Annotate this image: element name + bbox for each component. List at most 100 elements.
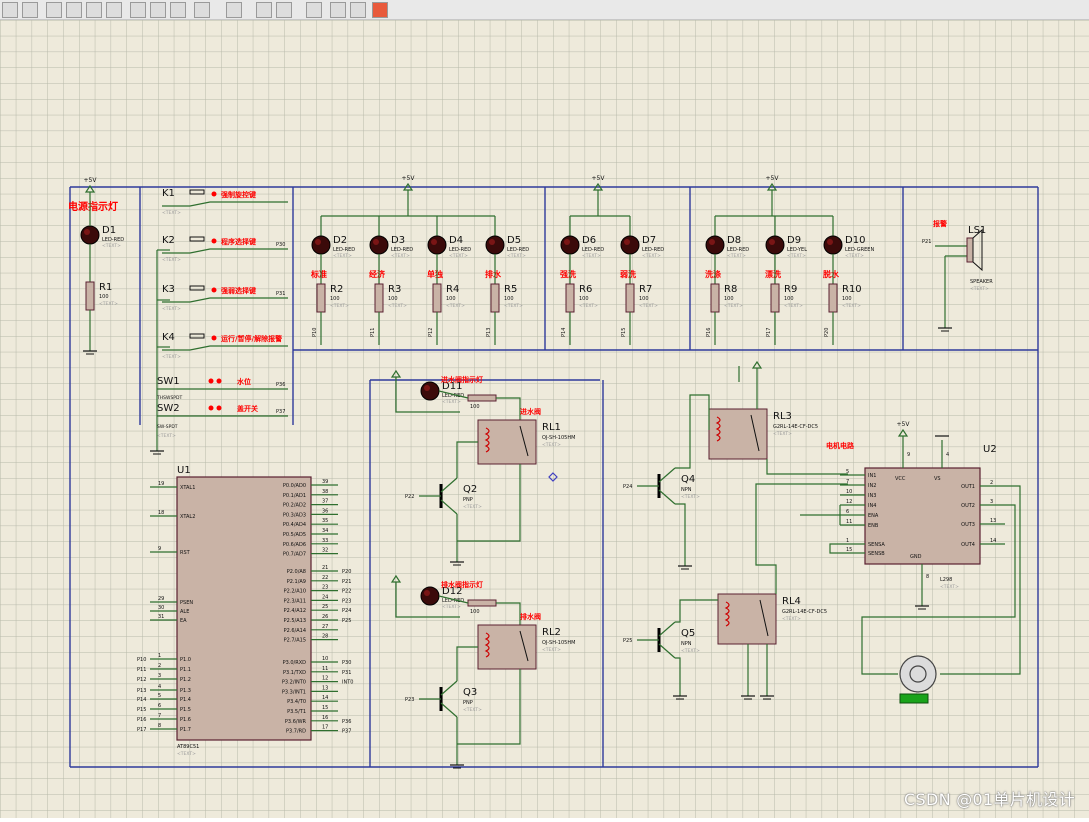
resistor-value: 100 — [784, 296, 794, 302]
pin-name: P2.3/A11 — [284, 598, 306, 604]
pin-number: 30 — [158, 605, 164, 611]
tag-icon[interactable] — [256, 2, 272, 18]
pin-name: P1.7 — [180, 727, 191, 733]
text-placeholder: <TEXT> — [442, 604, 461, 610]
mcu-ref: U1 — [177, 465, 191, 476]
text-placeholder: <TEXT> — [787, 253, 806, 259]
design-icon[interactable] — [372, 2, 388, 18]
zoom-out-icon[interactable] — [46, 2, 62, 18]
vcc-label: +5V — [84, 177, 98, 184]
net-label: P13 — [486, 328, 492, 337]
led-icon — [485, 235, 505, 255]
bom-icon[interactable] — [350, 2, 366, 18]
pin-number: 12 — [322, 676, 328, 682]
net-label: P36 — [276, 382, 285, 388]
resistor-ref: R4 — [446, 284, 459, 295]
pin-name: OUT1 — [961, 484, 975, 490]
pin-name: P1.2 — [180, 677, 191, 683]
pin-number: 11 — [846, 519, 852, 525]
copy-icon[interactable] — [150, 2, 166, 18]
led-ref: D4 — [449, 235, 463, 246]
key-ref: K4 — [162, 332, 175, 343]
grid-icon[interactable] — [2, 2, 18, 18]
resistor-ref: R6 — [579, 284, 592, 295]
undo-icon[interactable] — [86, 2, 102, 18]
power-indicator-label: 电源指示灯 — [68, 200, 118, 213]
net-label: P15 — [621, 328, 627, 337]
pin-number: 34 — [322, 528, 328, 534]
valve-relay-part: OJ-SH-105HM — [542, 435, 575, 441]
resistor-ref: R5 — [504, 284, 517, 295]
motor-icon — [899, 655, 937, 693]
resistor-ref: R7 — [639, 284, 652, 295]
pin-name: ENA — [868, 513, 879, 519]
transistor-ref: Q3 — [463, 687, 477, 698]
text-placeholder: <TEXT> — [845, 253, 864, 259]
wire-icon[interactable] — [194, 2, 210, 18]
pin-number: 4 — [946, 452, 949, 458]
pin-name: P3.6/WR — [285, 719, 307, 725]
led-icon — [427, 235, 447, 255]
pin-name: P3.1/TXD — [283, 670, 306, 676]
pin-name: P1.5 — [180, 707, 191, 713]
transistor-part: NPN — [681, 641, 692, 647]
net-label: P16 — [137, 717, 146, 723]
switch-ref: SW1 — [157, 376, 180, 387]
motor-relay-ref: RL4 — [782, 596, 801, 607]
led-part: LED-YEL — [787, 247, 807, 253]
bus-icon[interactable] — [276, 2, 292, 18]
led-icon — [420, 586, 440, 606]
resistor-ref: R9 — [784, 284, 797, 295]
led-ref: D5 — [507, 235, 521, 246]
resistor-icon — [770, 283, 780, 313]
led-function-label: 漂洗 — [765, 269, 781, 279]
led-highlight — [373, 239, 379, 245]
key-label: 运行/暂停/解除报警 — [221, 334, 282, 343]
transistor-part: PNP — [463, 497, 473, 503]
text-placeholder: <TEXT> — [388, 303, 407, 309]
pin-number: 28 — [322, 634, 328, 640]
paste-icon[interactable] — [170, 2, 186, 18]
led-part: LED-RED — [582, 247, 604, 253]
pin-name: P3.3/INT1 — [282, 689, 306, 695]
block-icon[interactable] — [226, 2, 242, 18]
led-ref: D9 — [787, 235, 801, 246]
pin-name: VS — [934, 476, 941, 482]
pin-number: 22 — [322, 575, 328, 581]
netlist-icon[interactable] — [330, 2, 346, 18]
resistor-icon — [467, 599, 497, 607]
pin-number: 6 — [158, 703, 161, 709]
pin-number: 23 — [322, 585, 328, 591]
switch-indicator-icon — [216, 405, 222, 411]
switch-indicator-icon — [216, 378, 222, 384]
cut-icon[interactable] — [130, 2, 146, 18]
text-placeholder: <TEXT> — [99, 301, 118, 307]
led-function-label: 标准 — [310, 269, 327, 279]
pin-name: IN2 — [868, 483, 876, 489]
zoom-in-icon[interactable] — [22, 2, 38, 18]
resistor-value: 100 — [504, 296, 514, 302]
resistor-icon — [432, 283, 442, 313]
zoom-fit-icon[interactable] — [66, 2, 82, 18]
schematic-canvas[interactable]: +5V 电源指示灯 D1 LED-RED <TEXT> R1 100 <TEXT> K1 强制旋控… — [0, 20, 1089, 818]
net-label: P37 — [342, 729, 351, 735]
text-placeholder: <TEXT> — [842, 303, 861, 309]
net-label: P20 — [342, 569, 351, 575]
led-ref: D6 — [582, 235, 596, 246]
resistor-icon — [828, 283, 838, 313]
resistor-value: 100 — [99, 294, 109, 300]
component-icon[interactable] — [306, 2, 322, 18]
pin-number: 4 — [158, 684, 161, 690]
pin-name: XTAL2 — [180, 514, 195, 520]
led-highlight — [424, 590, 430, 596]
pin-name: IN4 — [868, 503, 876, 509]
led-part: LED-RED — [642, 247, 664, 253]
redo-icon[interactable] — [106, 2, 122, 18]
pin-name: PSEN — [180, 600, 193, 606]
pin-number: 18 — [158, 510, 164, 516]
pin-number: 27 — [322, 624, 328, 630]
text-placeholder: <TEXT> — [773, 431, 792, 437]
valve-relay — [477, 419, 537, 465]
schematic-svg[interactable]: +5V电源指示灯D1LED-RED<TEXT>R1100<TEXT>K1 强制旋控… — [0, 20, 1089, 818]
pin-number: 6 — [846, 509, 849, 515]
